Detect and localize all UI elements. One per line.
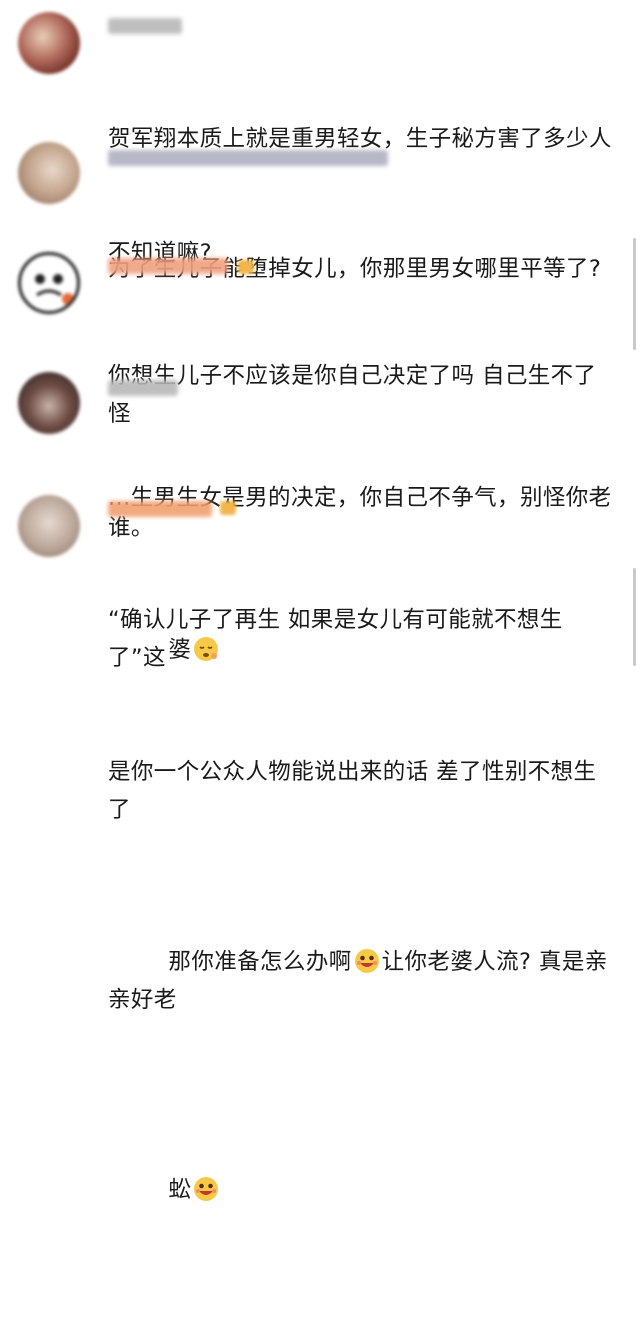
comment-item[interactable]: “确认儿子了再生 如果是女儿有可能就不想生了”这 是你一个公众人物能说出来的话 … <box>0 485 640 1203</box>
comment-list: 贺军翔本质上就是重男轻女，生子秘方害了多少人 不知道嘛? 为了生儿子能堕掉女儿，… <box>0 0 640 1203</box>
scrollbar[interactable] <box>633 238 636 350</box>
grinning-face-emoji <box>354 949 379 973</box>
grinning-face-emoji <box>194 1177 219 1201</box>
cartoon-face-icon <box>35 274 74 305</box>
comment-item[interactable]: ...生男生女是男的决定，你自己不争气，别怪你老 婆 <box>0 362 640 663</box>
comment-item[interactable]: 为了生儿子能堕掉女儿，你那里男女哪里平等了? <box>0 130 640 282</box>
username[interactable] <box>108 501 212 517</box>
comment-text-line: 那你准备怎么办啊 <box>168 949 352 975</box>
comment-text: “确认儿子了再生 如果是女儿有可能就不想生了”这 是你一个公众人物能说出来的话 … <box>108 525 618 1323</box>
comment-item[interactable]: 贺军翔本质上就是重男轻女，生子秘方害了多少人 不知道嘛? <box>0 0 640 266</box>
username[interactable] <box>108 380 178 396</box>
comment-item[interactable]: 你想生儿子不应该是你自己决定了吗 自己生不了怪 谁。 <box>0 240 640 541</box>
avatar[interactable] <box>18 12 80 74</box>
avatar[interactable] <box>18 372 80 434</box>
comment-text-line-wrapper: 那你准备怎么办啊 让你老婆人流? 真是亲亲好老 <box>108 905 618 1057</box>
avatar[interactable] <box>18 495 80 557</box>
username[interactable] <box>108 150 388 166</box>
username[interactable] <box>108 18 182 34</box>
comment-text-line: 蚣 <box>168 1177 192 1203</box>
comment-text-line: “确认儿子了再生 如果是女儿有可能就不想生了”这 <box>108 607 563 671</box>
username[interactable] <box>108 258 228 274</box>
avatar[interactable] <box>18 252 80 314</box>
comment-text-line: 是你一个公众人物能说出来的话 差了性别不想生了 <box>108 759 597 823</box>
scrollbar[interactable] <box>633 568 636 666</box>
avatar[interactable] <box>18 142 80 204</box>
member-badge-icon <box>220 501 236 515</box>
comment-text-line-wrapper: 蚣 <box>108 1133 618 1247</box>
member-badge-icon <box>238 260 254 274</box>
